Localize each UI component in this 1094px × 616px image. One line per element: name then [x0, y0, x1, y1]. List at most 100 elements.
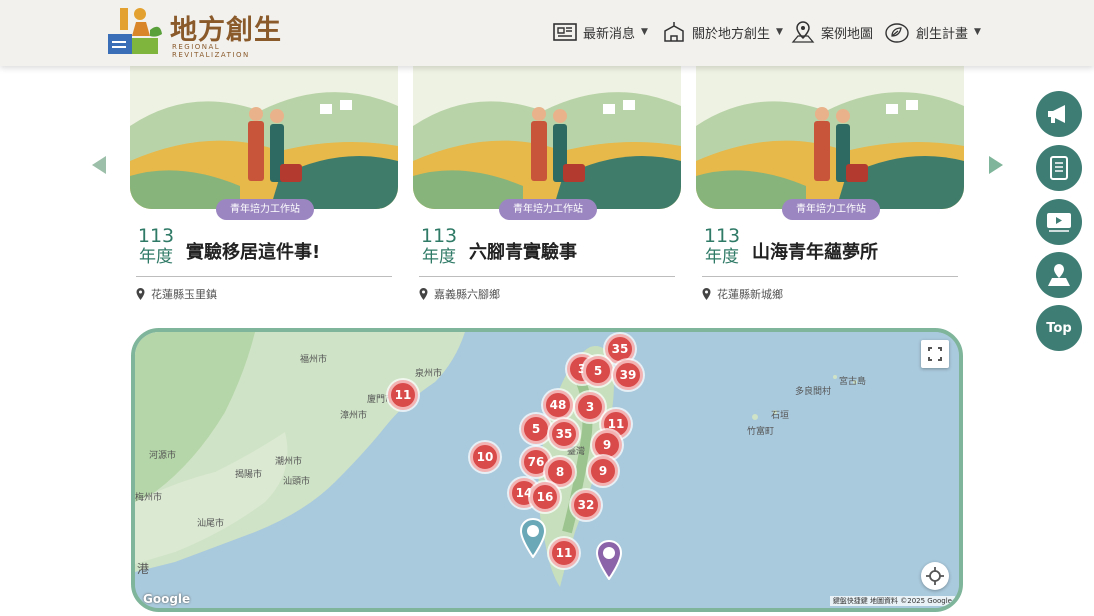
- card-divider: [702, 276, 958, 277]
- card-year-number: 113: [420, 225, 458, 247]
- nav-news[interactable]: 最新消息 ▼: [553, 18, 648, 46]
- map-cluster-marker[interactable]: 5: [583, 356, 613, 386]
- card-year: 113 年度: [419, 226, 459, 268]
- nav-case-map-label: 案例地圖: [821, 26, 874, 42]
- logo-mark-icon: [108, 8, 162, 54]
- card-year-unit: 年度: [139, 247, 173, 267]
- video-button[interactable]: [1036, 199, 1082, 245]
- card-year-unit: 年度: [705, 247, 739, 267]
- nav-news-label: 最新消息: [583, 26, 636, 42]
- carousel-prev-arrow-icon[interactable]: [92, 156, 106, 174]
- building-icon: [664, 22, 684, 42]
- card-tag: 青年培力工作站: [499, 199, 597, 220]
- fullscreen-icon: [928, 347, 942, 361]
- map-label: 石垣: [771, 411, 790, 421]
- chevron-down-icon: ▼: [776, 27, 783, 37]
- publication-button[interactable]: [1036, 145, 1082, 191]
- nav-about-label: 關於地方創生: [692, 26, 771, 42]
- google-logo: Google: [143, 592, 191, 606]
- card-year-unit: 年度: [422, 247, 456, 267]
- map-pin-icon: [791, 21, 815, 43]
- map-cluster-marker[interactable]: 11: [549, 538, 579, 568]
- card-divider: [136, 276, 392, 277]
- case-card[interactable]: 青年培力工作站 113 年度 六腳青實驗事 嘉義縣六腳鄉: [413, 66, 681, 306]
- map-cluster-marker[interactable]: 35: [549, 419, 579, 449]
- map-label: 泉州市: [415, 369, 443, 379]
- card-illustration: [130, 66, 398, 209]
- logo-subtitle: REGIONAL REVITALIZATION: [172, 43, 250, 59]
- nav-plans[interactable]: 創生計畫 ▼: [884, 18, 981, 46]
- map-label: 揭陽市: [235, 470, 263, 480]
- card-illustration: [413, 66, 681, 209]
- logo-title: 地方創生: [170, 15, 282, 46]
- card-year-number: 113: [703, 225, 741, 247]
- map-label: 漳州市: [340, 411, 368, 421]
- my-location-button[interactable]: [921, 562, 949, 590]
- leaf-icon: [885, 23, 909, 43]
- nav-about[interactable]: 關於地方創生 ▼: [662, 18, 783, 46]
- case-map[interactable]: 福州市 泉州市 廈門市 漳州市 河源市 揭陽市 潮州市 汕頭市 梅州市 汕尾市 …: [131, 328, 963, 612]
- card-divider: [419, 276, 675, 277]
- carousel-next-arrow-icon[interactable]: [989, 156, 1003, 174]
- map-cluster-marker[interactable]: 16: [530, 482, 560, 512]
- case-pin-marker-icon[interactable]: [595, 540, 623, 580]
- map-attribution[interactable]: 鍵盤快捷鍵 地圖資料 ©2025 Google: [829, 596, 955, 606]
- card-tag: 青年培力工作站: [216, 199, 314, 220]
- map-cluster-marker[interactable]: 48: [543, 390, 573, 420]
- map-cluster-marker[interactable]: 39: [613, 360, 643, 390]
- map-cluster-marker[interactable]: 32: [571, 490, 601, 520]
- book-icon: [1050, 156, 1068, 180]
- news-icon: [553, 23, 577, 41]
- site-logo[interactable]: 地方創生 REGIONAL REVITALIZATION: [106, 4, 286, 59]
- map-label: 福州市: [300, 355, 328, 365]
- site-header: 地方創生 REGIONAL REVITALIZATION 最新消息 ▼ 關於地方…: [0, 0, 1094, 66]
- map-label: 潮州市: [275, 457, 303, 467]
- chevron-down-icon: ▼: [641, 27, 648, 37]
- megaphone-icon: [1048, 105, 1065, 123]
- crosshair-icon: [926, 567, 944, 585]
- location-pin-icon: [136, 288, 145, 300]
- map-cluster-marker[interactable]: 5: [521, 414, 551, 444]
- announcement-button[interactable]: [1036, 91, 1082, 137]
- map-cluster-marker[interactable]: 10: [470, 442, 500, 472]
- location-pin-icon: [702, 288, 711, 300]
- map-label: 梅州市: [135, 493, 163, 503]
- card-location: 嘉義縣六腳鄉: [419, 286, 500, 302]
- nav-case-map[interactable]: 案例地圖: [791, 18, 873, 46]
- card-title[interactable]: 山海青年蘊夢所: [752, 238, 878, 264]
- case-card[interactable]: 青年培力工作站 113 年度 實驗移居這件事! 花蓮縣玉里鎮: [130, 66, 398, 306]
- map-cluster-marker[interactable]: 9: [588, 456, 618, 486]
- map-shortcut-button[interactable]: [1036, 252, 1082, 298]
- map-label: 宮古島: [839, 377, 867, 387]
- card-location-text: 嘉義縣六腳鄉: [434, 288, 500, 301]
- map-cluster-marker[interactable]: 9: [592, 430, 622, 460]
- location-pin-icon: [419, 288, 428, 300]
- map-label: 港: [137, 562, 150, 576]
- case-card[interactable]: 青年培力工作站 113 年度 山海青年蘊夢所 花蓮縣新城鄉: [696, 66, 964, 306]
- video-icon: [1047, 213, 1071, 232]
- fullscreen-button[interactable]: [921, 340, 949, 368]
- map-cluster-marker[interactable]: 3: [575, 392, 605, 422]
- chevron-down-icon: ▼: [974, 27, 981, 37]
- card-location: 花蓮縣玉里鎮: [136, 286, 217, 302]
- card-title[interactable]: 實驗移居這件事!: [186, 238, 320, 264]
- map-label: 汕頭市: [283, 477, 311, 487]
- card-title[interactable]: 六腳青實驗事: [469, 238, 577, 264]
- map-icon: [1048, 264, 1070, 286]
- back-to-top-button[interactable]: Top: [1036, 305, 1082, 351]
- card-year: 113 年度: [702, 226, 742, 268]
- map-label: 多良間村: [795, 387, 832, 397]
- card-location: 花蓮縣新城鄉: [702, 286, 783, 302]
- card-illustration: [696, 66, 964, 209]
- map-label: 竹富町: [747, 427, 775, 437]
- card-tag: 青年培力工作站: [782, 199, 880, 220]
- nav-plans-label: 創生計畫: [916, 26, 969, 42]
- map-cluster-marker[interactable]: 11: [388, 380, 418, 410]
- case-pin-marker-icon[interactable]: [519, 518, 547, 558]
- map-label: 河源市: [149, 451, 177, 461]
- card-year-number: 113: [137, 225, 175, 247]
- map-label: 汕尾市: [197, 519, 225, 529]
- card-location-text: 花蓮縣玉里鎮: [151, 288, 217, 301]
- card-location-text: 花蓮縣新城鄉: [717, 288, 783, 301]
- card-year: 113 年度: [136, 226, 176, 268]
